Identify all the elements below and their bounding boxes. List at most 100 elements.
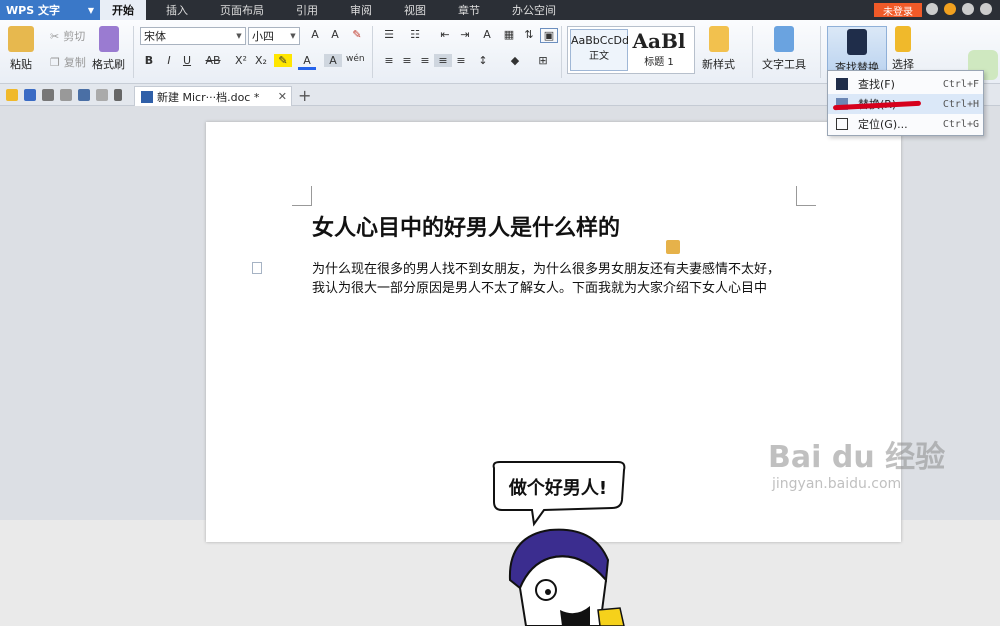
italic-button[interactable]: I — [160, 54, 178, 67]
tab-office-space[interactable]: 办公空间 — [500, 0, 568, 20]
menu-item-find[interactable]: 查找(F) Ctrl+F — [828, 74, 983, 94]
cut-button[interactable]: ✂ 剪切 — [50, 28, 85, 44]
select-button[interactable]: 选择 — [892, 26, 914, 72]
watermark-brand: Bai du 经验 — [768, 440, 946, 475]
tab-home[interactable]: 开始 — [100, 0, 146, 20]
tab-view[interactable]: 视图 — [392, 0, 438, 20]
goto-icon — [836, 118, 848, 130]
font-size-select[interactable]: 小四 ▼ — [248, 27, 300, 45]
divider — [752, 26, 753, 78]
font-name-select[interactable]: 宋体 ▼ — [140, 27, 246, 45]
underline-button[interactable]: U — [178, 54, 196, 67]
chevron-down-icon: ▼ — [290, 32, 296, 40]
phonetic-icon[interactable]: wén — [346, 54, 365, 64]
clear-format-icon[interactable]: ✎ — [348, 28, 366, 41]
new-tab-icon[interactable]: + — [298, 86, 311, 105]
close-icon[interactable]: ✕ — [278, 90, 287, 103]
clipboard-icon — [8, 26, 34, 52]
app-menu-button[interactable]: WPS 文字 ▼ — [0, 0, 100, 20]
font-color-button[interactable]: A — [298, 54, 316, 70]
bold-button[interactable]: B — [140, 54, 158, 67]
info-icon[interactable] — [962, 3, 974, 15]
decrease-indent-icon[interactable]: ⇤ — [436, 28, 454, 41]
tab-references[interactable]: 引用 — [284, 0, 330, 20]
brush-icon — [98, 26, 119, 52]
tab-section[interactable]: 章节 — [446, 0, 492, 20]
new-style-button[interactable]: 新样式 — [702, 26, 735, 72]
bullet-list-icon[interactable]: ☰ — [380, 28, 398, 41]
show-marks-icon[interactable]: ▣ — [540, 28, 558, 43]
refresh-icon[interactable] — [944, 3, 956, 15]
align-right-icon[interactable]: ≡ — [416, 54, 434, 67]
document-title: 女人心目中的好男人是什么样的 — [312, 215, 621, 241]
skin-icon[interactable] — [980, 3, 992, 15]
style-normal[interactable]: AaBbCcDd 正文 — [570, 29, 629, 71]
copy-icon: ❐ — [50, 55, 60, 69]
char-shading-button[interactable]: A — [324, 54, 342, 67]
style-heading-1-name: 标题 1 — [644, 57, 674, 68]
line-spacing-icon[interactable]: ↕ — [474, 54, 492, 67]
distributed-icon[interactable]: ≡ — [452, 54, 470, 67]
format-painter-label: 格式刷 — [92, 58, 125, 71]
paragraph-layout-icon[interactable] — [252, 262, 262, 274]
paragraph-line: 我认为很大一部分原因是男人不太了解女人。下面我就为大家介绍下女人心目中 — [312, 281, 768, 296]
copy-label: 复制 — [63, 56, 86, 69]
tab-page-layout[interactable]: 页面布局 — [208, 0, 276, 20]
grow-font-button[interactable]: A — [306, 28, 324, 41]
title-bar: WPS 文字 ▼ 开始 插入 页面布局 引用 审阅 视图 章节 办公空间 未登录 — [0, 0, 1000, 20]
highlight-icon[interactable]: ✎ — [274, 54, 292, 67]
align-left-icon[interactable]: ≡ — [380, 54, 398, 67]
print-icon[interactable] — [42, 88, 54, 101]
chevron-down-icon[interactable] — [114, 88, 122, 101]
text-tools-icon — [774, 26, 794, 52]
strikethrough-button[interactable]: AB — [202, 54, 224, 67]
shrink-font-button[interactable]: A — [326, 28, 344, 41]
paste-options-icon[interactable] — [666, 240, 680, 254]
redo-icon[interactable] — [96, 88, 108, 101]
login-button[interactable]: 未登录 — [874, 3, 922, 18]
new-style-label: 新样式 — [702, 58, 735, 71]
menu-item-goto[interactable]: 定位(G)... Ctrl+G — [828, 114, 983, 134]
chevron-down-icon: ▼ — [236, 32, 242, 40]
print-preview-icon[interactable] — [60, 88, 72, 101]
text-direction-icon[interactable]: A — [478, 28, 496, 41]
document-paragraph: 为什么现在很多的男人找不到女朋友，为什么很多男女朋友还有夫妻感情不太好， 我认为… — [312, 260, 812, 298]
tab-insert[interactable]: 插入 — [154, 0, 200, 20]
copy-button[interactable]: ❐ 复制 — [50, 54, 86, 70]
style-gallery: AaBbCcDd 正文 AaBl 标题 1 — [567, 26, 695, 74]
tab-review[interactable]: 审阅 — [338, 0, 384, 20]
style-normal-preview: AaBbCcDd — [571, 34, 629, 47]
paragraph-line: 为什么现在很多的男人找不到女朋友，为什么很多男女朋友还有夫妻感情不太好， — [312, 262, 781, 277]
numbered-list-icon[interactable]: ☷ — [406, 28, 424, 41]
undo-icon[interactable] — [78, 88, 90, 101]
align-center-icon[interactable]: ≡ — [398, 54, 416, 67]
text-tools-label: 文字工具 — [762, 58, 806, 71]
document-tab-label: 新建 Micr···档.doc * — [157, 90, 260, 104]
format-painter-button[interactable]: 格式刷 — [92, 26, 125, 72]
new-style-icon — [708, 26, 729, 52]
font-name-value: 宋体 — [144, 30, 166, 43]
shortcut-label: Ctrl+H — [942, 98, 979, 110]
font-size-value: 小四 — [252, 30, 274, 43]
paragraph-shading-icon[interactable]: ◆ — [506, 54, 524, 67]
text-tools-button[interactable]: 文字工具 — [762, 26, 806, 72]
cartoon-illustration: 做个好男人! — [492, 461, 626, 626]
style-heading-1[interactable]: AaBl 标题 1 — [630, 29, 688, 71]
shirt-shape — [597, 607, 625, 626]
superscript-button[interactable]: X² — [232, 54, 250, 67]
document-tab[interactable]: 新建 Micr···档.doc * ✕ — [134, 86, 292, 106]
borders-icon[interactable]: ⊞ — [534, 54, 552, 67]
sort-icon[interactable]: ⇅ — [520, 28, 538, 41]
cursor-icon — [895, 26, 911, 52]
paste-button[interactable]: 粘贴 — [8, 26, 34, 72]
save-icon[interactable] — [24, 88, 36, 101]
cut-label: 剪切 — [63, 30, 86, 43]
help-icon[interactable] — [926, 3, 938, 15]
margin-mark — [796, 186, 816, 206]
subscript-button[interactable]: X₂ — [252, 54, 270, 67]
increase-indent-icon[interactable]: ⇥ — [456, 28, 474, 41]
align-justify-icon[interactable]: ≡ — [434, 54, 452, 67]
open-icon[interactable] — [6, 88, 18, 101]
table-icon[interactable]: ▦ — [500, 28, 518, 41]
menu-item-label: 查找(F) — [858, 78, 895, 91]
